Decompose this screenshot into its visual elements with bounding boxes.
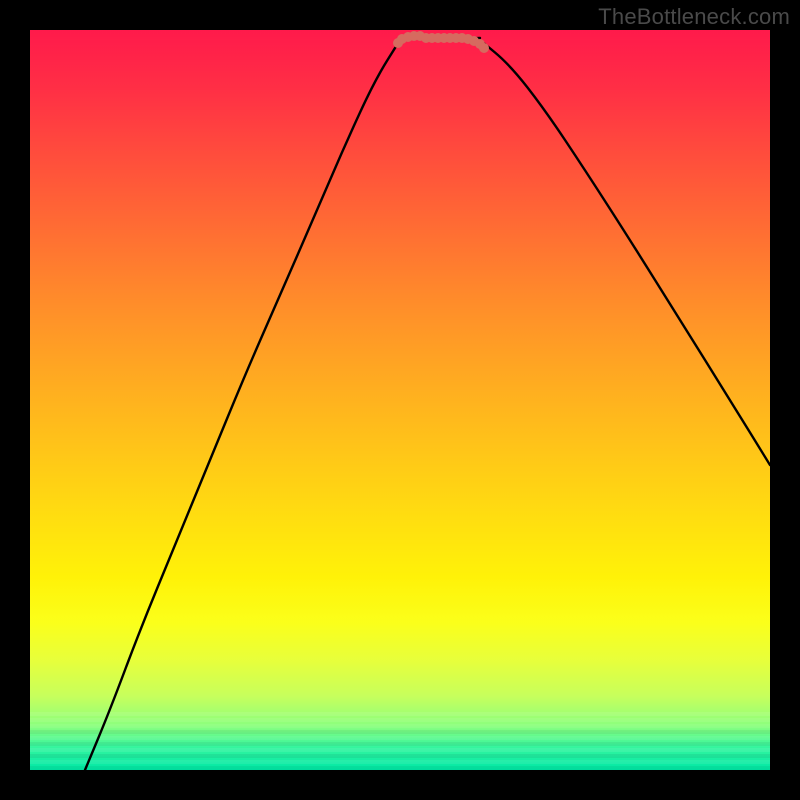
right-branch <box>480 40 770 465</box>
chart-frame: TheBottleneck.com <box>0 0 800 800</box>
left-branch <box>85 40 400 770</box>
watermark-text: TheBottleneck.com <box>598 4 790 30</box>
plot-area <box>30 30 770 770</box>
plateau-marker-dots <box>393 31 489 53</box>
curve-layer <box>30 30 770 770</box>
marker-dot <box>479 43 489 53</box>
